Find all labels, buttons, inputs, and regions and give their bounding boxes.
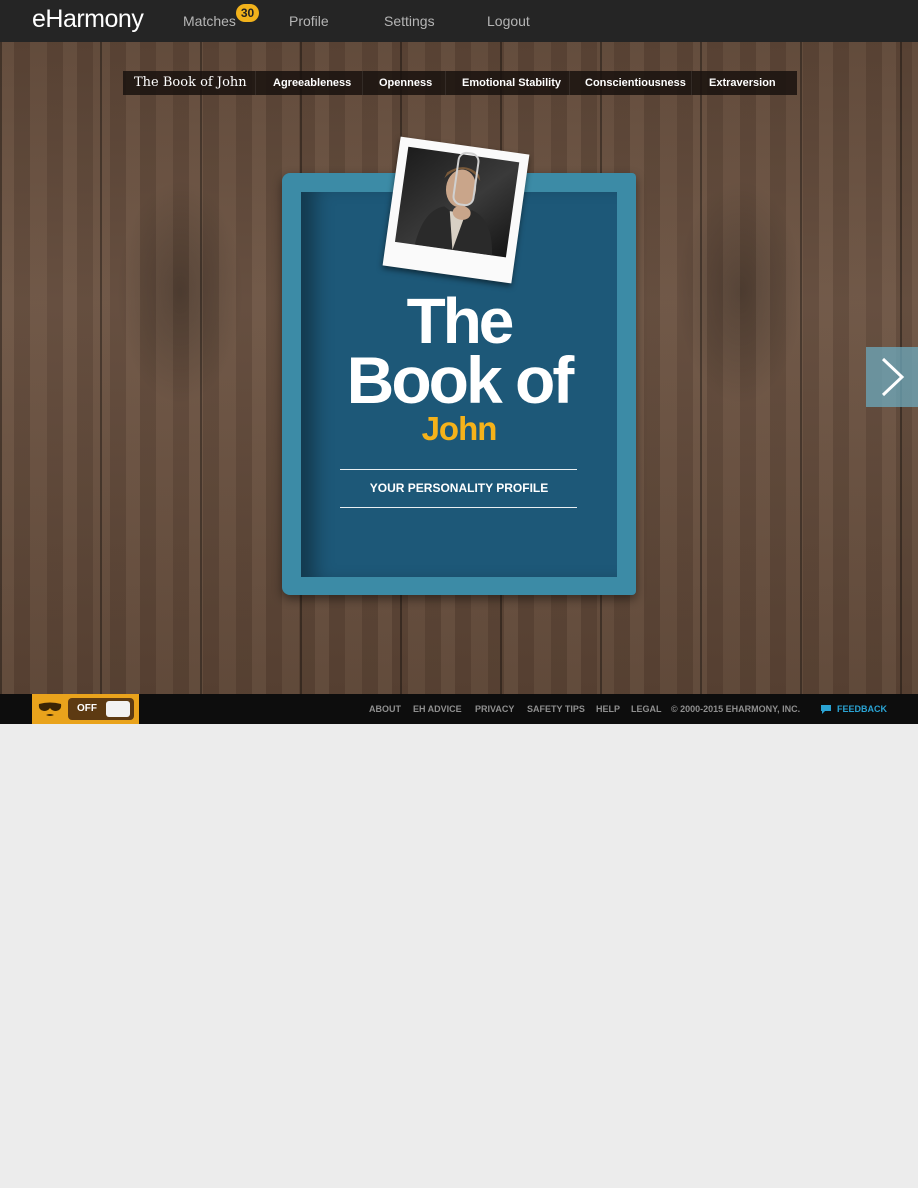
book-title-book-of: Book of <box>346 343 575 417</box>
matches-count-badge: 30 <box>236 4 259 22</box>
chapter-divider <box>362 71 363 95</box>
chapter-divider <box>691 71 692 95</box>
chapter-divider <box>445 71 446 95</box>
book-subtitle: YOUR PERSONALITY PROFILE <box>369 481 549 495</box>
book-rule-top <box>340 469 577 470</box>
footer-link-privacy[interactable]: PRIVACY <box>475 694 514 724</box>
feedback-link[interactable]: FEEDBACK <box>837 694 887 724</box>
chapter-divider <box>255 71 256 95</box>
top-navbar: eHarmony Matches 30 Profile Settings Log… <box>0 0 918 42</box>
next-page-button[interactable] <box>866 347 918 407</box>
chapter-conscientiousness[interactable]: Conscientiousness <box>585 71 686 95</box>
incognito-panel: OFF <box>32 694 139 724</box>
chapter-agreeableness[interactable]: Agreeableness <box>273 71 351 95</box>
nav-profile[interactable]: Profile <box>289 13 329 29</box>
page-background <box>0 724 918 1188</box>
nav-settings[interactable]: Settings <box>384 13 435 29</box>
footer-link-safety-tips[interactable]: SAFETY TIPS <box>527 694 585 724</box>
chapter-emotional-stability[interactable]: Emotional Stability <box>462 71 561 95</box>
chapter-divider <box>569 71 570 95</box>
speech-bubble-icon <box>821 705 831 714</box>
book-title-name: John <box>421 410 498 447</box>
footer-link-eh-advice[interactable]: EH ADVICE <box>413 694 462 724</box>
chapter-book-of-john[interactable]: The Book of John <box>134 71 247 95</box>
incognito-toggle[interactable]: OFF <box>68 698 134 720</box>
footer-link-legal[interactable]: LEGAL <box>631 694 662 724</box>
chevron-right-icon <box>881 357 905 397</box>
chapter-extraversion[interactable]: Extraversion <box>709 71 776 95</box>
chapter-openness[interactable]: Openness <box>379 71 432 95</box>
chapter-nav: The Book of John Agreeableness Openness … <box>123 71 797 95</box>
toggle-knob[interactable] <box>106 701 130 717</box>
profile-photo <box>382 136 530 284</box>
toggle-state-label: OFF <box>77 703 97 714</box>
book-rule-bottom <box>340 507 577 508</box>
eharmony-logo[interactable]: eHarmony <box>32 5 144 34</box>
nav-matches[interactable]: Matches <box>183 13 236 29</box>
copyright-text: © 2000-2015 EHARMONY, INC. <box>671 704 801 714</box>
footer-bar: OFF ABOUT EH ADVICE PRIVACY SAFETY TIPS … <box>0 694 918 724</box>
wood-stage: The Book of John Agreeableness Openness … <box>0 42 918 694</box>
footer-link-about[interactable]: ABOUT <box>369 694 401 724</box>
nav-logout[interactable]: Logout <box>487 13 530 29</box>
footer-link-help[interactable]: HELP <box>596 694 620 724</box>
mask-icon <box>38 702 62 716</box>
